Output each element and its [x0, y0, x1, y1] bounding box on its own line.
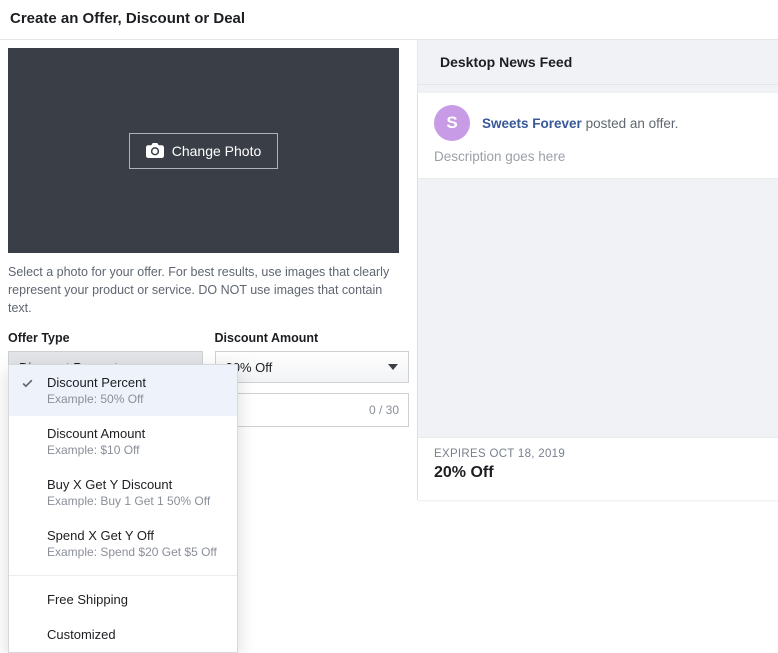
offer-type-option-customized[interactable]: Customized [9, 617, 237, 652]
feed-byline: Sweets Forever posted an offer. [482, 116, 678, 131]
option-example: Example: Buy 1 Get 1 50% Off [47, 494, 223, 508]
offer-value: 20% Off [434, 464, 762, 482]
option-example: Example: Spend $20 Get $5 Off [47, 545, 223, 559]
discount-amount-select[interactable]: 20% Off [215, 351, 410, 383]
preview-panel: Desktop News Feed S Sweets Forever poste… [417, 40, 778, 500]
offer-type-option-spend-x-get-y[interactable]: Spend X Get Y Off Example: Spend $20 Get… [9, 518, 237, 569]
dropdown-separator [9, 575, 237, 576]
offer-type-option-discount-percent[interactable]: Discount Percent Example: 50% Off [9, 365, 237, 416]
change-photo-label: Change Photo [172, 143, 262, 159]
page-name-link[interactable]: Sweets Forever [482, 116, 582, 131]
post-action-text: posted an offer. [582, 116, 679, 131]
camera-icon [146, 143, 164, 158]
feed-preview-card: S Sweets Forever posted an offer. Descri… [418, 93, 778, 500]
offer-photo-area: Change Photo [8, 48, 399, 253]
offer-image-placeholder [418, 178, 778, 438]
offer-type-option-free-shipping[interactable]: Free Shipping [9, 582, 237, 617]
option-example: Example: $10 Off [47, 443, 223, 457]
offer-type-dropdown: Discount Percent Example: 50% Off Discou… [8, 364, 238, 653]
option-title: Buy X Get Y Discount [47, 477, 223, 492]
form-panel: Change Photo Select a photo for your off… [0, 40, 417, 500]
option-title: Discount Amount [47, 426, 223, 441]
offer-type-option-discount-amount[interactable]: Discount Amount Example: $10 Off [9, 416, 237, 467]
caret-down-icon [388, 364, 398, 370]
offer-type-field: Offer Type Discount Percent Discount Per… [8, 331, 203, 383]
option-title: Discount Percent [47, 375, 223, 390]
photo-help-text: Select a photo for your offer. For best … [8, 263, 403, 317]
offer-type-label: Offer Type [8, 331, 203, 345]
offer-description-placeholder: Description goes here [418, 149, 778, 178]
avatar: S [434, 105, 470, 141]
check-icon [21, 377, 34, 393]
change-photo-button[interactable]: Change Photo [129, 133, 279, 169]
character-count: 0 / 30 [369, 403, 399, 417]
option-title: Spend X Get Y Off [47, 528, 223, 543]
dialog-title: Create an Offer, Discount or Deal [0, 0, 778, 40]
option-example: Example: 50% Off [47, 392, 223, 406]
discount-amount-field: Discount Amount 20% Off [215, 331, 410, 383]
offer-expiry: EXPIRES OCT 18, 2019 [434, 448, 762, 460]
offer-type-option-buy-x-get-y[interactable]: Buy X Get Y Discount Example: Buy 1 Get … [9, 467, 237, 518]
discount-amount-label: Discount Amount [215, 331, 410, 345]
preview-panel-title: Desktop News Feed [418, 40, 778, 85]
